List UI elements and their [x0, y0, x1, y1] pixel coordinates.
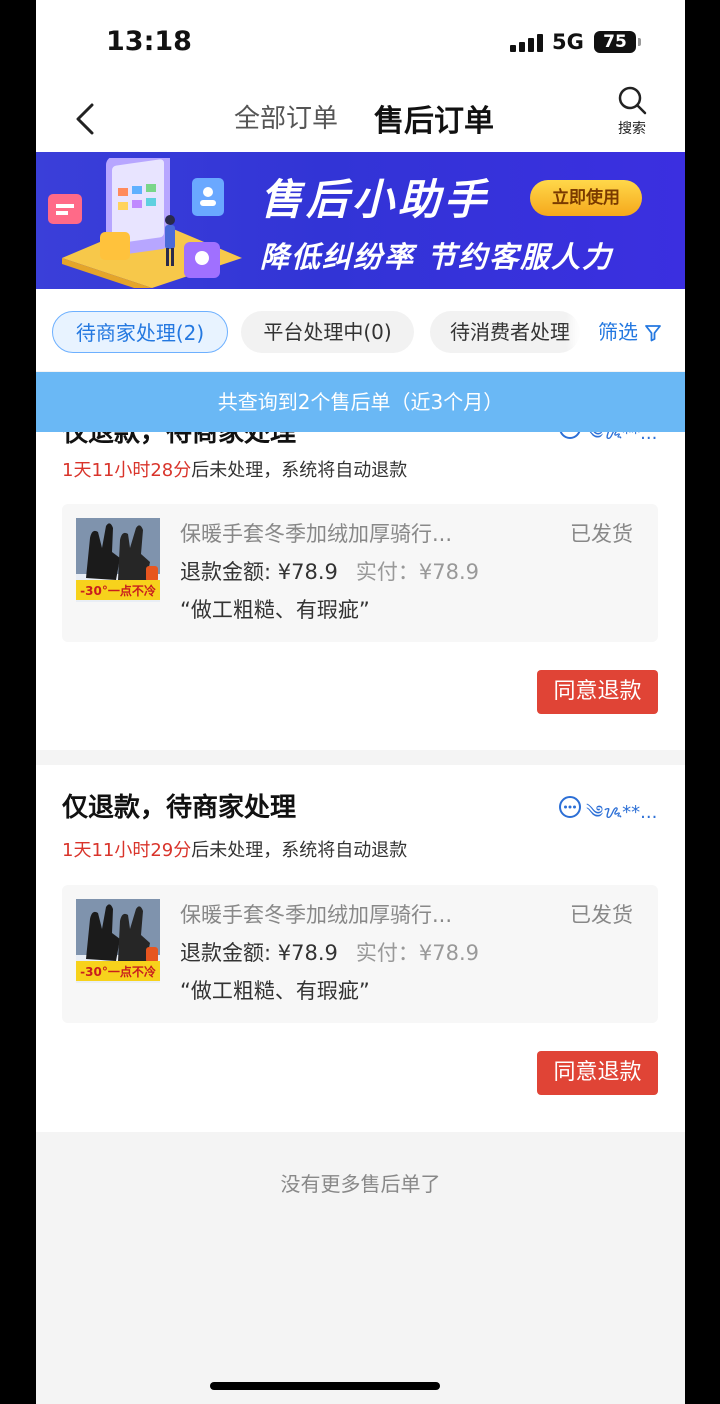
refund-value: 退款金额: ¥78.9 — [180, 941, 338, 965]
back-icon[interactable] — [72, 102, 102, 136]
refund-value: 退款金额: ¥78.9 — [180, 560, 338, 584]
use-now-button[interactable]: 立即使用 — [530, 180, 642, 216]
product-thumbnail: -30°一点不冷 — [76, 518, 160, 602]
refund-amount: 退款金额: ¥78.9 实付：¥78.9 — [180, 937, 479, 967]
agree-refund-button[interactable]: 同意退款 — [537, 670, 658, 714]
product-image-caption: -30°一点不冷 — [80, 583, 156, 598]
product-name: 保暖手套冬季加绒加厚骑行... — [180, 522, 453, 546]
product-image-caption: -30°一点不冷 — [80, 964, 156, 979]
auto-refund-timer: 1天11小时28分后未处理，系统将自动退款 — [62, 456, 407, 482]
timer-remaining: 1天11小时29分 — [62, 840, 192, 861]
no-more-text: 没有更多售后单了 — [280, 1172, 441, 1196]
timer-note: 后未处理，系统将自动退款 — [191, 460, 408, 481]
tab-after-sale-orders[interactable]: 售后订单 — [374, 96, 494, 140]
screen: 13:18 5G 75 全部订单 售后订单 搜索 售后小助手 降低纠纷率 节约客… — [36, 0, 685, 1404]
agree-refund-button[interactable]: 同意退款 — [537, 1051, 658, 1095]
glove-image-icon: -30°一点不冷 — [76, 899, 160, 983]
product-summary[interactable]: -30°一点不冷 保暖手套冬季加绒加厚骑行... 已发货 退款金额: ¥78.9… — [62, 504, 658, 642]
after-sale-assistant-banner[interactable]: 售后小助手 降低纠纷率 节约客服人力 立即使用 — [36, 152, 685, 289]
signal-icon — [510, 34, 544, 52]
chip-pending-consumer[interactable]: 待消费者处理 — [430, 311, 580, 353]
chip-platform-processing[interactable]: 平台处理中(0) — [241, 311, 414, 353]
tab-all-orders[interactable]: 全部订单 — [234, 98, 338, 135]
phone-illustration-icon — [48, 158, 242, 288]
product-summary[interactable]: -30°一点不冷 保暖手套冬季加绒加厚骑行... 已发货 退款金额: ¥78.9… — [62, 885, 658, 1023]
filter-button[interactable]: 筛选 — [580, 311, 685, 353]
paid-value: 实付：¥78.9 — [355, 941, 479, 965]
paid-value: 实付：¥78.9 — [355, 560, 479, 584]
query-result-bar: 共查询到2个售后单（近3个月） — [36, 372, 685, 432]
status-bar: 13:18 5G 75 — [36, 0, 685, 86]
network-label: 5G — [552, 30, 584, 54]
refund-reason: “做工粗糙、有瑕疵” — [180, 598, 370, 622]
home-indicator[interactable] — [210, 1382, 440, 1390]
refund-reason: “做工粗糙、有瑕疵” — [180, 979, 370, 1003]
status-filter-bar: 待商家处理(2) 平台处理中(0) 待消费者处理 筛选 — [36, 289, 685, 371]
shipping-status: 已发货 — [570, 903, 633, 927]
shipping-status: 已发货 — [570, 522, 633, 546]
buyer-name[interactable]: ༄ᝰ**... — [586, 793, 657, 843]
search-button[interactable]: 搜索 — [610, 84, 654, 144]
search-icon — [618, 86, 647, 115]
refund-amount: 退款金额: ¥78.9 实付：¥78.9 — [180, 556, 479, 586]
card-title: 仅退款，待商家处理 — [62, 793, 297, 823]
banner-subtitle: 降低纠纷率 节约客服人力 — [260, 240, 614, 274]
nav-header: 全部订单 售后订单 搜索 — [36, 86, 685, 152]
filter-label: 筛选 — [598, 320, 638, 344]
battery-tip — [638, 38, 641, 46]
after-sale-card[interactable]: 仅退款，待商家处理 ༄ᝰ**... 1天11小时28分后未处理，系统将自动退款 … — [36, 412, 685, 750]
banner-title: 售后小助手 — [260, 175, 491, 224]
battery-icon: 75 — [594, 31, 636, 53]
product-name: 保暖手套冬季加绒加厚骑行... — [180, 903, 453, 927]
chip-pending-merchant[interactable]: 待商家处理(2) — [52, 311, 228, 353]
timer-note: 后未处理，系统将自动退款 — [191, 840, 408, 861]
after-sale-card[interactable]: 仅退款，待商家处理 ༄ᝰ**... 1天11小时29分后未处理，系统将自动退款 … — [36, 765, 685, 1132]
status-time: 13:18 — [106, 26, 192, 57]
glove-image-icon: -30°一点不冷 — [76, 518, 160, 602]
auto-refund-timer: 1天11小时29分后未处理，系统将自动退款 — [62, 836, 407, 862]
filter-icon — [645, 325, 661, 342]
timer-remaining: 1天11小时28分 — [62, 460, 192, 481]
product-thumbnail: -30°一点不冷 — [76, 899, 160, 983]
chat-icon[interactable] — [558, 795, 582, 819]
search-label: 搜索 — [618, 121, 646, 137]
